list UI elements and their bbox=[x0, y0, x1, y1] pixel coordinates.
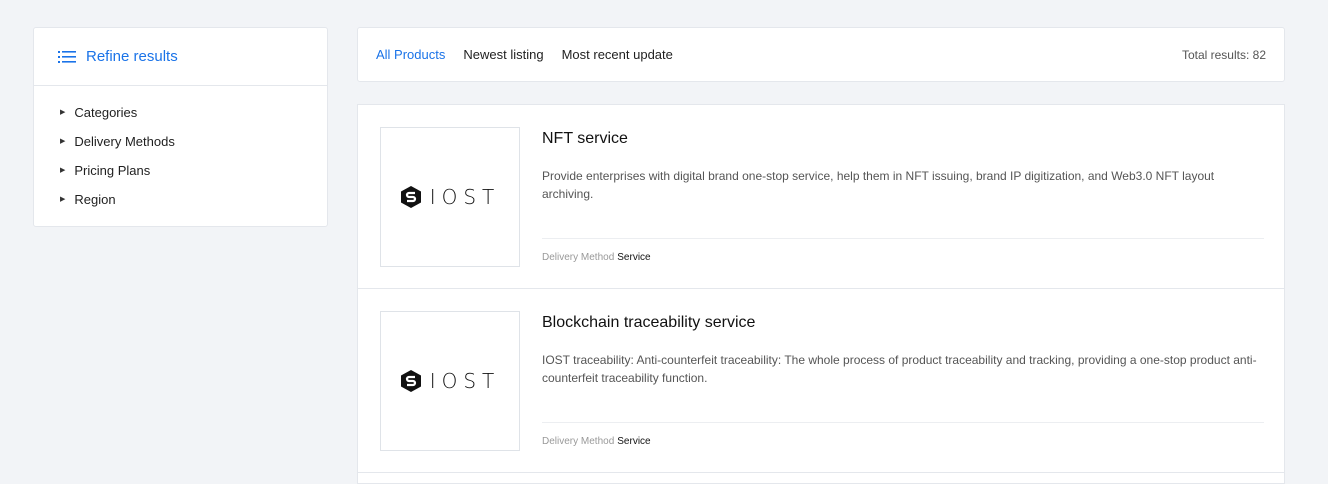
product-logo[interactable]: IOST bbox=[380, 311, 520, 451]
filter-region[interactable]: ▶ Region bbox=[60, 191, 327, 220]
filter-pricing-plans[interactable]: ▶ Pricing Plans bbox=[60, 162, 327, 191]
meta-label: Delivery Method bbox=[542, 252, 615, 263]
refine-title: Refine results bbox=[86, 48, 178, 65]
tab-all-products[interactable]: All Products bbox=[376, 47, 445, 62]
filter-list: ▶ Categories ▶ Delivery Methods ▶ Pricing P… bbox=[34, 86, 327, 220]
filter-delivery-methods[interactable]: ▶ Delivery Methods bbox=[60, 133, 327, 162]
list-icon bbox=[58, 50, 76, 63]
logo-text: IOST bbox=[429, 369, 501, 393]
meta-value: Service bbox=[617, 436, 651, 447]
divider bbox=[542, 422, 1264, 423]
caret-right-icon: ▶ bbox=[60, 138, 66, 145]
product-name[interactable]: Blockchain traceability service bbox=[542, 314, 1264, 332]
product-list: IOST NFT service Provide enterprises wit… bbox=[357, 104, 1285, 484]
iost-logo-icon bbox=[400, 370, 421, 392]
delivery-method: Delivery Method Service bbox=[542, 252, 651, 263]
refine-header: Refine results bbox=[34, 28, 327, 86]
meta-value: Service bbox=[617, 252, 651, 263]
sort-tabbar: All Products Newest listing Most recent … bbox=[357, 27, 1285, 82]
refine-sidebar: Refine results ▶ Categories ▶ Delivery Met… bbox=[33, 27, 328, 227]
delivery-method: Delivery Method Service bbox=[542, 436, 651, 447]
filter-label: Delivery Methods bbox=[74, 134, 175, 149]
product-card[interactable]: IOST Blockchain traceability service IOS… bbox=[358, 289, 1284, 473]
product-description: Provide enterprises with digital brand o… bbox=[542, 169, 1215, 201]
caret-right-icon: ▶ bbox=[60, 196, 66, 203]
total-results: Total results: 82 bbox=[1181, 47, 1266, 62]
caret-right-icon: ▶ bbox=[60, 109, 66, 116]
filter-label: Pricing Plans bbox=[74, 163, 151, 178]
logo-text: IOST bbox=[429, 185, 501, 209]
iost-logo-icon bbox=[400, 186, 421, 208]
divider bbox=[542, 238, 1264, 239]
product-logo[interactable]: IOST bbox=[380, 127, 520, 267]
product-name[interactable]: NFT service bbox=[542, 130, 1264, 148]
product-card[interactable]: IOST NFT service Provide enterprises wit… bbox=[358, 105, 1284, 289]
filter-categories[interactable]: ▶ Categories bbox=[60, 104, 327, 133]
tab-newest-listing[interactable]: Newest listing bbox=[463, 47, 543, 62]
filter-label: Categories bbox=[74, 105, 138, 120]
tab-most-recent-update[interactable]: Most recent update bbox=[562, 47, 673, 62]
caret-right-icon: ▶ bbox=[60, 167, 66, 174]
meta-label: Delivery Method bbox=[542, 436, 615, 447]
filter-label: Region bbox=[74, 192, 116, 207]
product-description: IOST traceability: Anti-counterfeit trac… bbox=[542, 353, 1257, 385]
